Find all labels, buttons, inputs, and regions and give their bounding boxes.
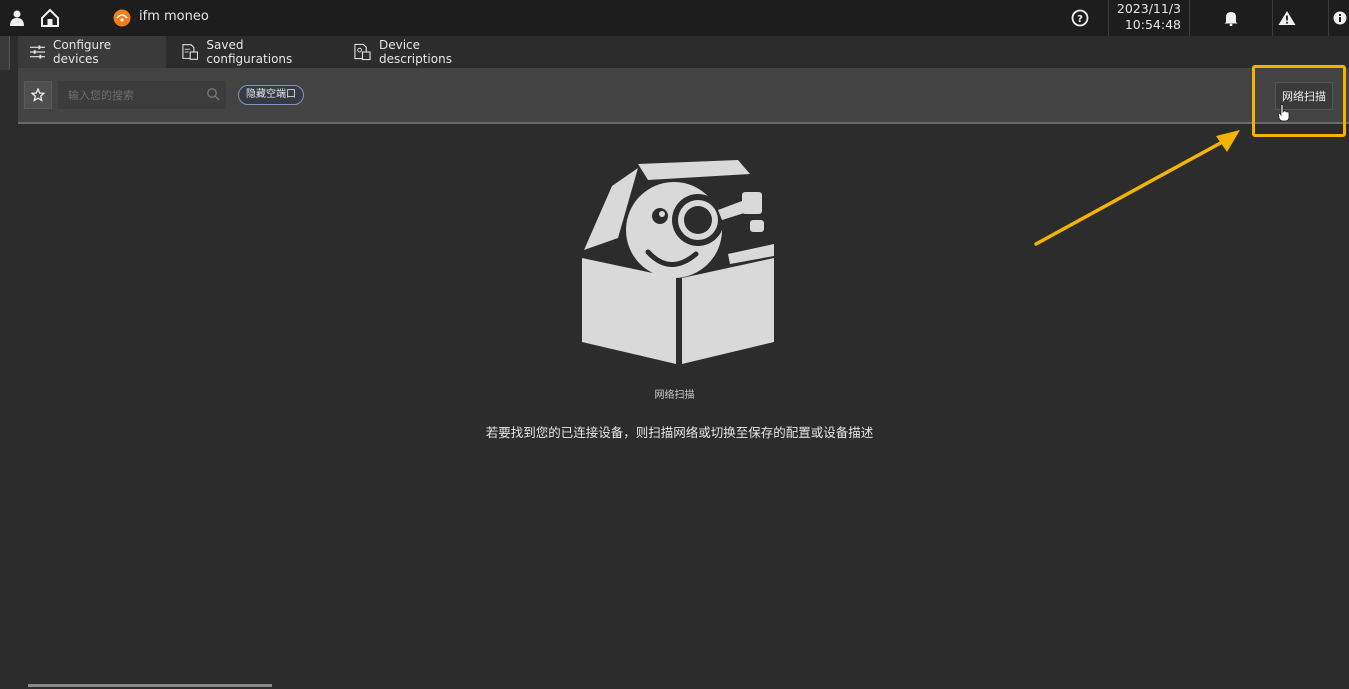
empty-state-title: 网络扫描 [654,390,695,401]
time-text: 10:54:48 [1124,17,1181,32]
warning-icon[interactable] [1272,0,1300,36]
tab-label: Configure devices [53,38,112,66]
hand-cursor-icon [1278,104,1290,122]
star-icon [31,88,45,102]
horizontal-scrollbar[interactable] [28,684,272,687]
top-bar: ifm moneo ? 2023/11/3 10:54:48 [0,0,1349,36]
device-description-icon [354,43,371,61]
app-title: ifm moneo [139,9,209,24]
empty-state-description: 若要找到您的已连接设备，则扫描网络或切换至保存的配置或设备描述 [485,425,874,440]
search-icon[interactable] [206,87,220,101]
tab-device-descriptions[interactable]: Device descriptions [342,36,502,68]
tab-bar: Configure devices Saved configurations D… [18,36,1349,68]
side-panel-handle[interactable] [0,36,10,70]
bell-icon[interactable] [1218,0,1244,36]
svg-text:?: ? [1077,14,1083,25]
tab-label: Saved configurations [206,38,293,66]
tab-saved-configurations[interactable]: Saved configurations [170,36,334,68]
tab-configure-devices[interactable]: Configure devices [18,36,166,68]
search-box [58,81,226,109]
user-icon[interactable] [6,0,28,36]
favorites-button[interactable] [24,81,52,109]
app-window: ifm moneo ? 2023/11/3 10:54:48 Configure… [0,0,1349,689]
home-icon[interactable] [38,0,62,36]
help-icon[interactable]: ? [1068,0,1092,36]
search-input[interactable] [58,82,198,108]
empty-box-illustration [582,160,774,364]
ifm-logo-icon [112,0,132,36]
tab-label: Device descriptions [378,38,452,66]
hide-empty-ports-toggle[interactable]: 隐藏空端口 [238,85,304,105]
toolbar: 隐藏空端口 网络扫描 [18,68,1349,124]
datetime-display: 2023/11/3 10:54:48 [1108,0,1190,36]
date-text: 2023/11/3 [1116,1,1181,16]
saved-config-icon [182,44,199,60]
sliders-icon [30,45,46,59]
info-icon[interactable] [1328,0,1349,36]
annotation-arrow-icon [1034,130,1240,246]
